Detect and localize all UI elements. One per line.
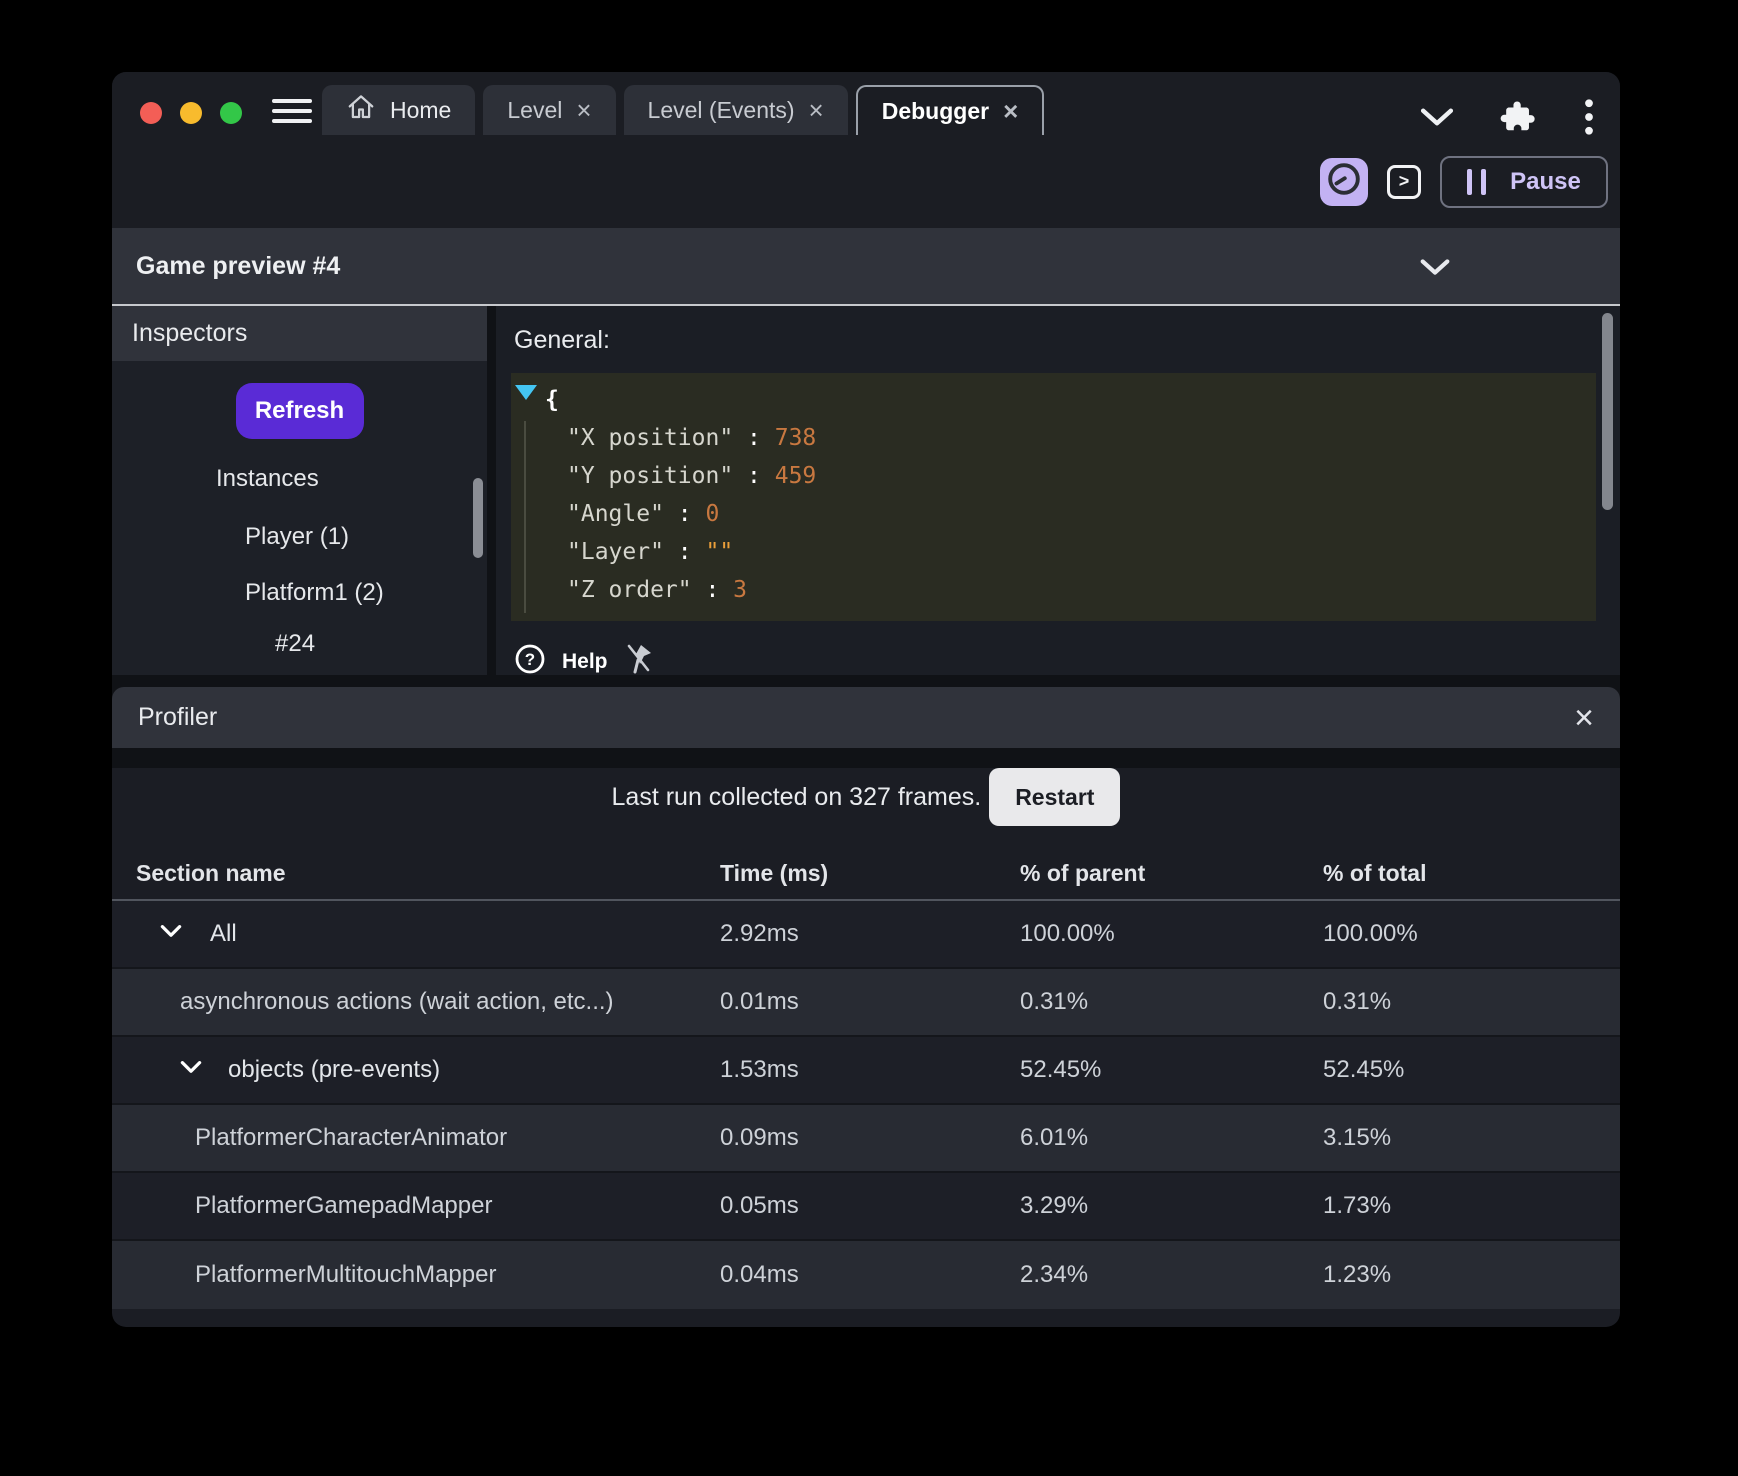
inspectors-header: Inspectors [112,306,487,361]
chevron-down-icon[interactable] [1420,108,1454,131]
general-scrollbar[interactable] [1602,313,1613,510]
code-line-layer[interactable]: "Layer" : "" [511,533,1596,571]
kebab-menu-icon[interactable] [1584,98,1594,141]
properties-json-view: { "X position" : 738 "Y position" : 459 … [511,373,1596,621]
debugger-main-area: Inspectors Refresh Instances Player (1) … [112,306,1620,675]
restart-button[interactable]: Restart [989,768,1121,826]
inspectors-tree: Refresh Instances Player (1) Platform1 (… [112,361,487,675]
table-row[interactable]: PlatformerCharacterAnimator 0.09ms 6.01%… [112,1105,1620,1173]
profiler-header: Profiler × [112,687,1620,748]
tab-bar: Home Level × Level (Events) × Debugger × [322,85,1052,135]
inspectors-title: Inspectors [132,319,248,347]
pause-icon [1467,168,1487,195]
chevron-down-icon[interactable] [180,1061,202,1080]
table-row[interactable]: PlatformerMultitouchMapper 0.04ms 2.34% … [112,1241,1620,1309]
pause-button-label: Pause [1510,167,1581,195]
help-icon[interactable]: ? [514,643,546,680]
app-window: Home Level × Level (Events) × Debugger × [112,72,1620,1327]
general-section-title: General: [514,326,610,354]
game-preview-header[interactable]: Game preview #4 [112,228,1620,306]
table-row[interactable]: asynchronous actions (wait action, etc..… [112,969,1620,1037]
close-tab-icon[interactable]: × [1003,98,1018,124]
profiler-panel: Profiler × Last run collected on 327 fra… [112,687,1620,1327]
general-panel: General: { "X position" : 738 "Y positio… [496,306,1620,675]
profiler-table-header: Section name Time (ms) % of parent % of … [112,856,1620,901]
home-icon [346,92,376,128]
tree-item-platform1[interactable]: Platform1 (2) [245,579,384,607]
svg-text:?: ? [525,650,535,669]
tab-label: Level (Events) [647,96,795,123]
table-row[interactable]: PlatformerGamepadMapper 0.05ms 3.29% 1.7… [112,1173,1620,1241]
titlebar: Home Level × Level (Events) × Debugger × [112,72,1620,135]
profiler-status-row: Last run collected on 327 frames. Restar… [112,768,1620,826]
chevron-down-icon[interactable] [160,925,182,944]
table-row[interactable]: All 2.92ms 100.00% 100.00% [112,901,1620,969]
game-preview-title: Game preview #4 [136,251,341,280]
tab-home[interactable]: Home [322,85,476,135]
table-row[interactable]: objects (pre-events) 1.53ms 52.45% 52.45… [112,1037,1620,1105]
column-section-name: Section name [136,860,286,886]
close-window-button[interactable] [140,102,162,124]
help-label[interactable]: Help [562,650,608,674]
code-line-x-position[interactable]: "X position" : 738 [511,419,1596,457]
titlebar-actions [1420,98,1594,141]
tab-level-events[interactable]: Level (Events) × [623,85,848,135]
code-line: { [545,387,559,413]
help-row: ? Help [514,641,654,682]
column-percent-total: % of total [1323,860,1427,886]
indent-guide [524,421,526,613]
column-percent-parent: % of parent [1020,860,1146,886]
unpin-icon[interactable] [624,641,654,682]
code-line-angle[interactable]: "Angle" : 0 [511,495,1596,533]
profiler-body: Last run collected on 327 frames. Restar… [112,768,1620,1327]
hamburger-menu-icon[interactable] [272,99,312,123]
close-profiler-icon[interactable]: × [1574,701,1594,735]
tab-label: Home [390,96,452,123]
tab-level[interactable]: Level × [483,85,616,135]
tab-label: Level [507,96,563,123]
profiler-title: Profiler [138,703,218,731]
tree-item-player[interactable]: Player (1) [245,523,349,551]
extensions-puzzle-icon[interactable] [1500,98,1538,141]
gauge-icon [1326,161,1362,202]
tab-debugger[interactable]: Debugger × [855,85,1045,135]
inspectors-panel: Inspectors Refresh Instances Player (1) … [112,306,487,675]
console-button[interactable]: > [1387,164,1421,199]
refresh-button[interactable]: Refresh [235,383,364,439]
code-line-z-order[interactable]: "Z order" : 3 [511,571,1596,609]
traffic-lights [140,102,242,124]
tree-item-instances[interactable]: Instances [216,465,319,493]
tab-label: Debugger [881,97,990,124]
chevron-down-icon[interactable] [1420,259,1450,280]
tree-item-instance-24[interactable]: #24 [275,630,315,658]
pause-button[interactable]: Pause [1440,155,1608,208]
profiler-status-text: Last run collected on 327 frames. [611,782,982,811]
minimize-window-button[interactable] [180,102,202,124]
code-line-y-position[interactable]: "Y position" : 459 [511,457,1596,495]
console-icon: > [1398,171,1410,191]
collapse-triangle-icon[interactable] [515,380,537,406]
debugger-toolbar: > Pause [112,135,1620,228]
close-tab-icon[interactable]: × [576,97,591,123]
profiler-gauge-button[interactable] [1320,157,1368,206]
inspectors-scrollbar[interactable] [473,478,483,558]
zoom-window-button[interactable] [220,102,242,124]
column-time: Time (ms) [720,860,829,886]
close-tab-icon[interactable]: × [809,97,824,123]
